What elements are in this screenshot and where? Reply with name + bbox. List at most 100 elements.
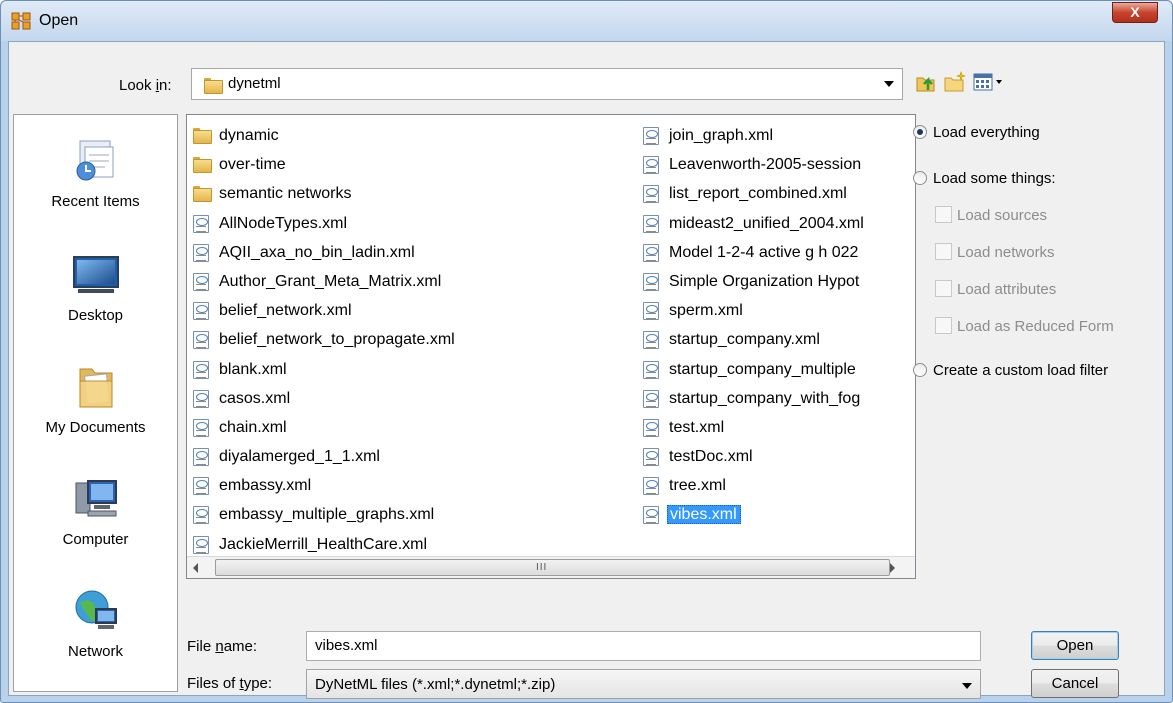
xml-file-icon bbox=[643, 156, 659, 175]
place-recent-items[interactable]: Recent Items bbox=[14, 137, 177, 210]
file-name-label: File name: bbox=[187, 638, 257, 655]
file-name-text: join_graph.xml bbox=[669, 127, 774, 144]
file-item[interactable]: list_report_combined.xml bbox=[639, 179, 907, 208]
file-list[interactable]: dynamic over-time semantic networks AllNode… bbox=[186, 114, 916, 579]
load-reduced-form-checkbox[interactable]: Load as Reduced Form bbox=[935, 317, 1114, 335]
load-some-things-radio[interactable]: Load some things: bbox=[913, 170, 1056, 187]
my-documents-icon bbox=[79, 368, 112, 408]
place-label: Computer bbox=[62, 531, 129, 548]
xml-file-icon bbox=[193, 477, 209, 496]
load-attributes-label: Load attributes bbox=[957, 281, 1057, 298]
place-network[interactable]: Network bbox=[14, 587, 177, 660]
file-item[interactable]: testDoc.xml bbox=[639, 442, 907, 471]
open-dialog-window: Open X Look in: dynetml Recent Items Des… bbox=[0, 0, 1173, 703]
chevron-down-icon[interactable] bbox=[884, 81, 894, 87]
file-item[interactable]: Author_Grant_Meta_Matrix.xml bbox=[189, 267, 644, 296]
scroll-left-icon[interactable] bbox=[193, 563, 198, 573]
load-attributes-checkbox[interactable]: Load attributes bbox=[935, 280, 1056, 298]
file-item[interactable]: startup_company_multiple bbox=[639, 355, 907, 384]
file-item[interactable]: Leavenworth-2005-session bbox=[639, 150, 907, 179]
place-computer[interactable]: Computer bbox=[14, 475, 177, 548]
file-item[interactable]: startup_company_with_fog bbox=[639, 384, 907, 413]
file-name-text: startup_company_multiple bbox=[669, 360, 856, 378]
radio-icon[interactable] bbox=[913, 363, 927, 377]
open-button[interactable]: Open bbox=[1031, 631, 1119, 660]
folder-item[interactable]: semantic networks bbox=[189, 179, 644, 208]
radio-selected-icon[interactable] bbox=[913, 125, 927, 139]
file-name-text: semantic networks bbox=[219, 185, 352, 203]
file-item[interactable]: Simple Organization Hypot bbox=[639, 267, 907, 296]
file-item[interactable]: AQII_axa_no_bin_ladin.xml bbox=[189, 238, 644, 267]
place-desktop[interactable]: Desktop bbox=[14, 251, 177, 324]
ora-app-icon bbox=[11, 12, 31, 30]
radio-icon[interactable] bbox=[913, 171, 927, 185]
view-menu-icon[interactable] bbox=[972, 70, 1006, 94]
scrollbar-thumb[interactable]: III bbox=[215, 559, 890, 576]
file-item[interactable]: belief_network_to_propagate.xml bbox=[189, 325, 644, 354]
checkbox-icon[interactable] bbox=[935, 243, 952, 260]
custom-load-filter-label: Create a custom load filter bbox=[933, 362, 1109, 379]
load-networks-label: Load networks bbox=[957, 244, 1055, 261]
file-name-text: embassy_multiple_graphs.xml bbox=[219, 506, 435, 524]
files-of-type-select[interactable]: DyNetML files (*.xml;*.dynetml;*.zip) bbox=[306, 669, 981, 699]
file-item[interactable]: blank.xml bbox=[189, 355, 644, 384]
horizontal-scrollbar[interactable]: III bbox=[187, 556, 915, 578]
new-folder-icon[interactable] bbox=[943, 70, 967, 94]
place-my-documents[interactable]: My Documents bbox=[14, 363, 177, 436]
file-item[interactable]: tree.xml bbox=[639, 471, 907, 500]
file-name-text: test.xml bbox=[669, 418, 725, 436]
checkbox-icon[interactable] bbox=[935, 206, 952, 223]
file-name-text: Simple Organization Hypot bbox=[669, 272, 860, 290]
file-item[interactable]: diyalamerged_1_1.xml bbox=[189, 442, 644, 471]
folder-item[interactable]: over-time bbox=[189, 150, 644, 179]
file-item[interactable]: Model 1-2-4 active g h 022 bbox=[639, 238, 907, 267]
file-name-text: startup_company.xml bbox=[669, 331, 820, 349]
file-item[interactable]: test.xml bbox=[639, 413, 907, 442]
file-item[interactable]: join_graph.xml bbox=[639, 121, 907, 150]
place-label: Recent Items bbox=[51, 193, 140, 210]
file-item[interactable]: vibes.xml bbox=[639, 500, 759, 529]
files-of-type-value: DyNetML files (*.xml;*.dynetml;*.zip) bbox=[315, 676, 556, 693]
load-sources-checkbox[interactable]: Load sources bbox=[935, 206, 1047, 224]
xml-file-icon bbox=[193, 214, 209, 233]
xml-file-icon bbox=[193, 389, 209, 408]
file-item[interactable]: belief_network.xml bbox=[189, 296, 644, 325]
look-in-label: Look in: bbox=[119, 77, 172, 94]
recent-items-icon bbox=[76, 140, 113, 181]
file-name-text: mideast2_unified_2004.xml bbox=[669, 214, 864, 232]
file-item[interactable]: mideast2_unified_2004.xml bbox=[639, 209, 907, 238]
file-item[interactable]: embassy.xml bbox=[189, 471, 644, 500]
xml-file-icon bbox=[193, 243, 209, 262]
file-list-column-2: join_graph.xml Leavenworth-2005-session li… bbox=[639, 121, 907, 530]
file-item[interactable]: casos.xml bbox=[189, 384, 644, 413]
file-item[interactable]: startup_company.xml bbox=[639, 325, 907, 354]
checkbox-icon[interactable] bbox=[935, 317, 952, 334]
file-name-input[interactable]: vibes.xml bbox=[306, 631, 981, 661]
computer-icon bbox=[75, 480, 117, 517]
look-in-combo[interactable]: dynetml bbox=[191, 68, 903, 100]
folder-item[interactable]: dynamic bbox=[189, 121, 644, 150]
load-networks-checkbox[interactable]: Load networks bbox=[935, 243, 1055, 261]
file-name-label-post: ame: bbox=[223, 638, 258, 655]
file-list-column-1: dynamic over-time semantic networks AllNode… bbox=[189, 121, 644, 559]
custom-load-filter-radio[interactable]: Create a custom load filter bbox=[913, 362, 1108, 379]
up-one-level-icon[interactable] bbox=[914, 70, 938, 94]
file-item[interactable]: sperm.xml bbox=[639, 296, 907, 325]
file-name-text: sperm.xml bbox=[669, 302, 743, 320]
cancel-button[interactable]: Cancel bbox=[1031, 669, 1119, 698]
file-item[interactable]: AllNodeTypes.xml bbox=[189, 209, 644, 238]
close-button[interactable]: X bbox=[1112, 2, 1158, 23]
scroll-right-icon[interactable] bbox=[890, 563, 895, 573]
chevron-down-icon[interactable] bbox=[962, 683, 972, 689]
file-name-text: diyalamerged_1_1.xml bbox=[219, 448, 380, 466]
load-everything-radio[interactable]: Load everything bbox=[913, 124, 1040, 141]
file-name-text: casos.xml bbox=[219, 389, 291, 407]
file-item[interactable]: JackieMerrill_HealthCare.xml bbox=[189, 530, 644, 559]
title-bar[interactable]: Open X bbox=[1, 1, 1172, 41]
window-title: Open bbox=[39, 12, 79, 29]
dialog-client-area: Look in: dynetml Recent Items Desktop My… bbox=[8, 41, 1165, 699]
file-item[interactable]: chain.xml bbox=[189, 413, 644, 442]
xml-file-icon bbox=[193, 360, 209, 379]
file-item[interactable]: embassy_multiple_graphs.xml bbox=[189, 500, 644, 529]
checkbox-icon[interactable] bbox=[935, 280, 952, 297]
